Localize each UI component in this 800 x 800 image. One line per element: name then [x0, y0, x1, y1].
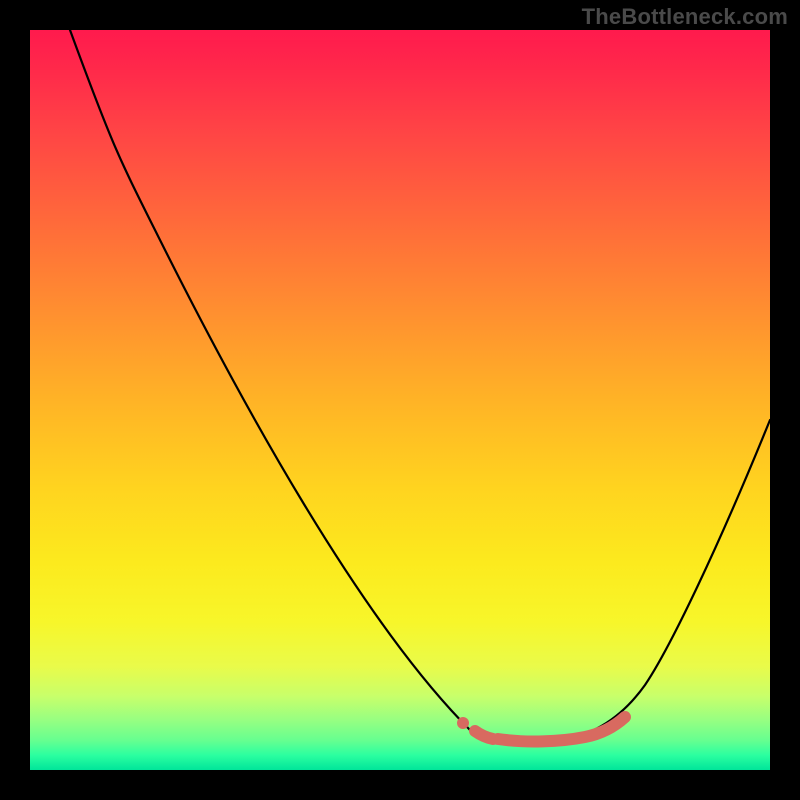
- chart-svg: [30, 30, 770, 770]
- optimal-range-marker-dot-1: [457, 717, 469, 729]
- bottleneck-curve: [70, 30, 770, 742]
- chart-frame: TheBottleneck.com: [0, 0, 800, 800]
- watermark-text: TheBottleneck.com: [582, 4, 788, 30]
- optimal-range-marker-left: [475, 731, 493, 739]
- gradient-plot-area: [30, 30, 770, 770]
- optimal-range-marker-right: [498, 717, 625, 741]
